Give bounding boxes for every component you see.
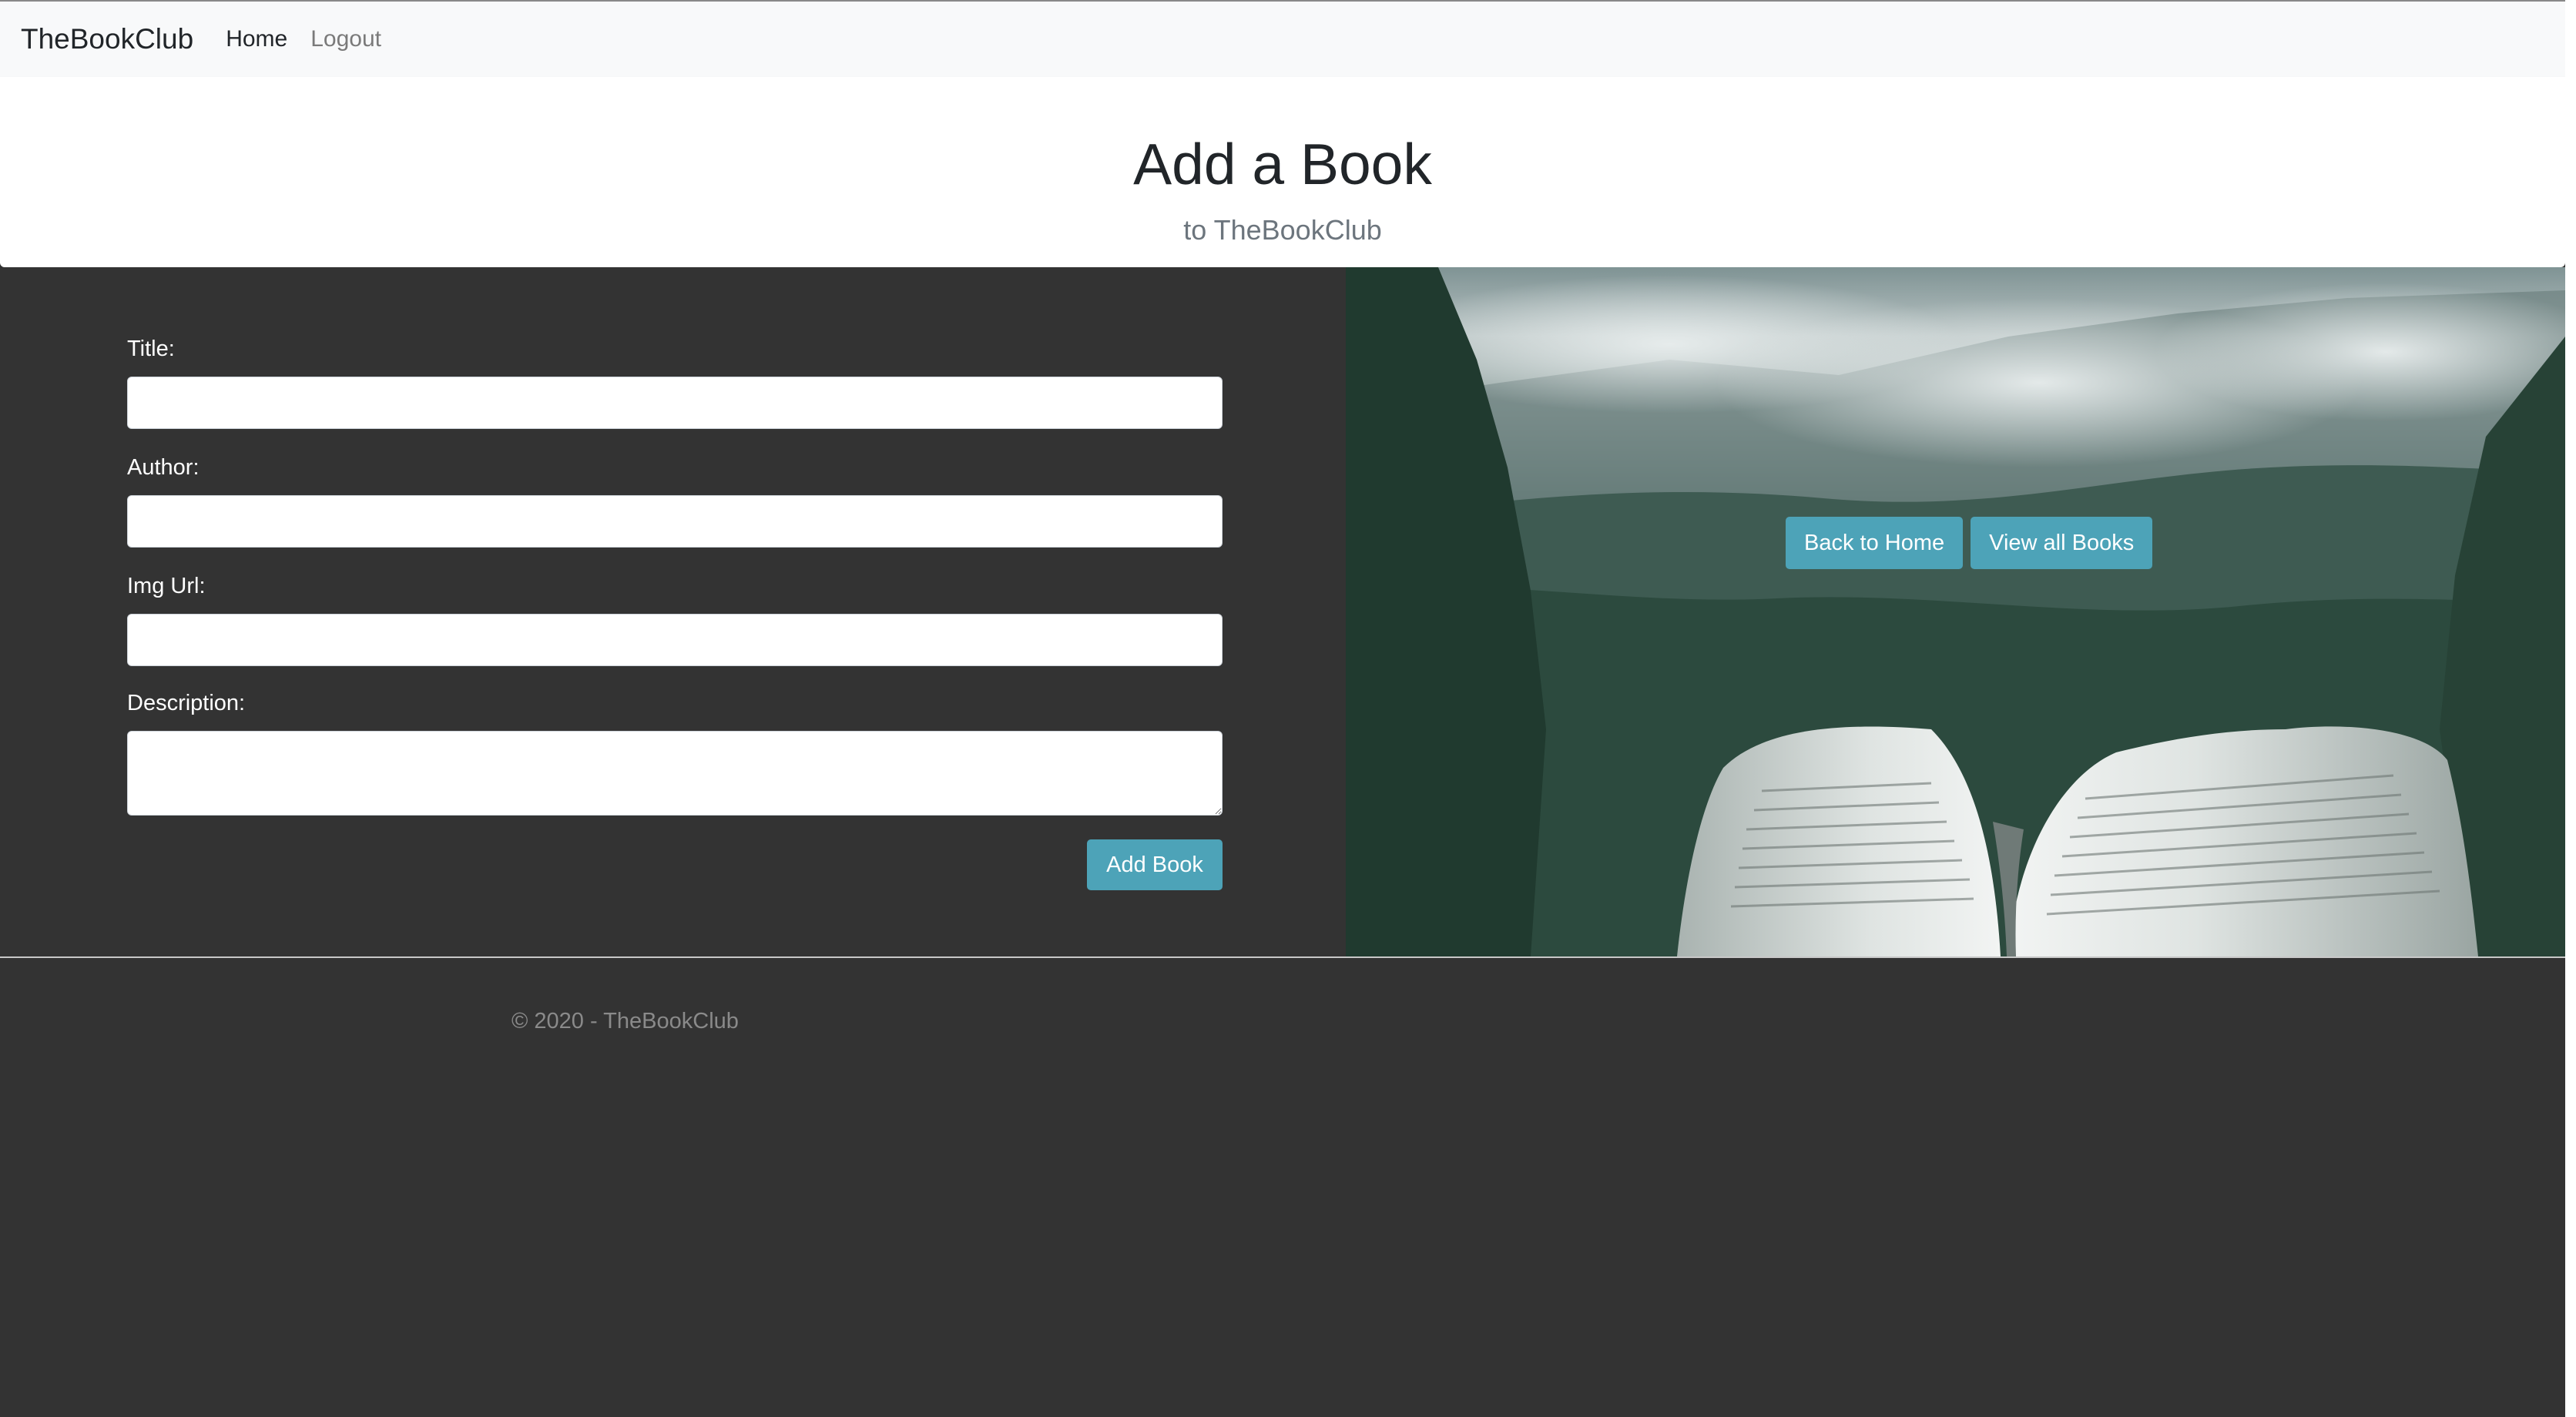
footer-divider xyxy=(0,956,2565,958)
nav-link-home[interactable]: Home xyxy=(226,26,287,52)
add-book-button[interactable]: Add Book xyxy=(1087,839,1223,890)
description-label: Description: xyxy=(127,691,246,715)
img-url-input[interactable] xyxy=(127,614,1223,666)
forest-book-illustration xyxy=(1346,267,2565,956)
back-to-home-button[interactable]: Back to Home xyxy=(1786,517,1964,569)
nav-link-logout[interactable]: Logout xyxy=(310,26,381,52)
page-subtitle: to TheBookClub xyxy=(1183,214,1382,246)
hero-image-panel: Back to Home View all Books xyxy=(1346,267,2565,956)
footer-copyright: © 2020 - TheBookClub xyxy=(512,1009,739,1033)
navbar: TheBookClub Home Logout xyxy=(0,0,2565,77)
view-all-books-button[interactable]: View all Books xyxy=(1971,517,2153,569)
page: TheBookClub Home Logout Add a Book to Th… xyxy=(0,0,2576,1417)
title-label: Title: xyxy=(127,337,175,361)
img-url-label: Img Url: xyxy=(127,574,206,598)
author-input[interactable] xyxy=(127,495,1223,548)
title-input[interactable] xyxy=(127,377,1223,429)
scrollbar-gutter xyxy=(2565,0,2576,1417)
author-label: Author: xyxy=(127,455,200,480)
page-title: Add a Book xyxy=(1133,132,1432,196)
hero-button-group: Back to Home View all Books xyxy=(1786,517,2153,569)
page-header: Add a Book to TheBookClub xyxy=(0,77,2565,267)
brand-link[interactable]: TheBookClub xyxy=(21,23,193,55)
description-textarea[interactable] xyxy=(127,731,1223,816)
add-book-form: Title: Author: Img Url: Description: Add… xyxy=(0,267,1346,956)
